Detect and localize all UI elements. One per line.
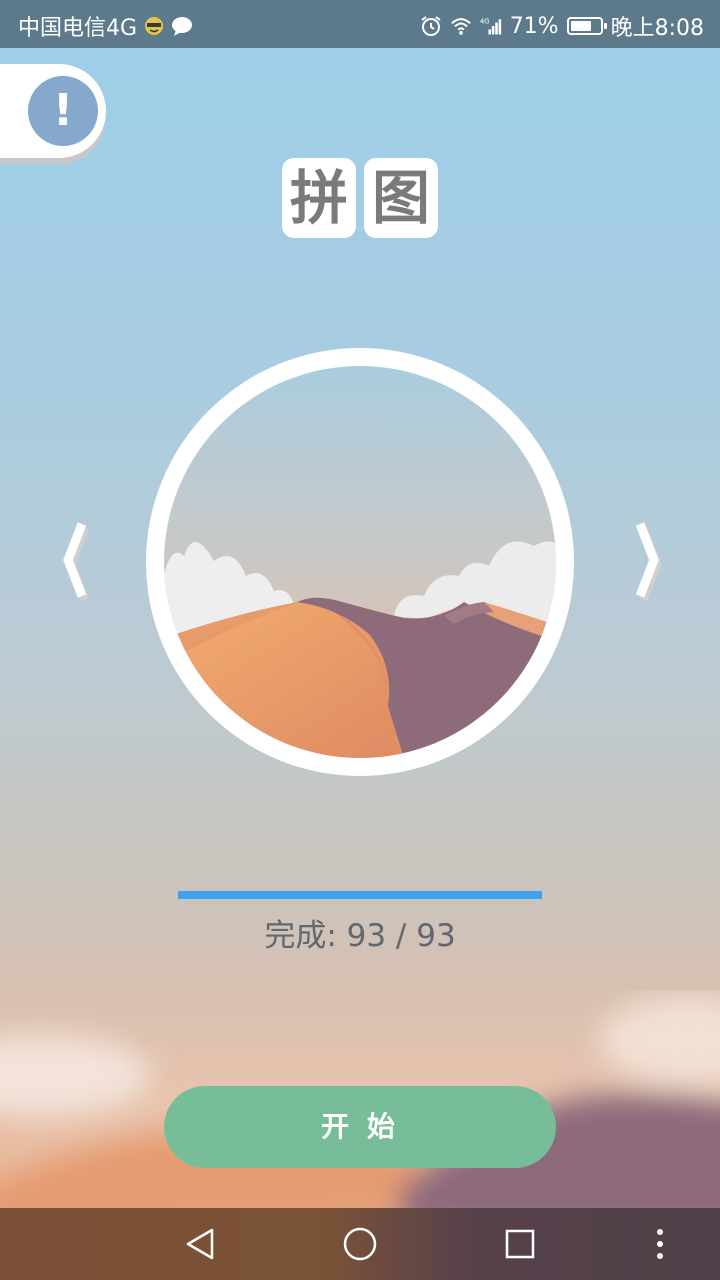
status-right: 4G 71% 晚上8:08 — [420, 10, 704, 42]
battery-icon — [566, 17, 607, 35]
exclamation-icon: ! — [28, 76, 98, 146]
emoji-face-icon — [145, 17, 164, 35]
start-button[interactable]: 开 始 — [164, 1086, 556, 1168]
signal-4g-icon: 4G — [480, 17, 501, 35]
next-puzzle-arrow-icon[interactable] — [626, 518, 666, 602]
home-circle-icon[interactable] — [340, 1224, 380, 1264]
system-nav-bar — [0, 1208, 720, 1280]
carrier-label: 中国电信4G — [18, 16, 138, 41]
recents-square-icon[interactable] — [500, 1224, 540, 1264]
clock-time: 晚上8:08 — [610, 16, 704, 41]
desert-dunes-illustration — [164, 366, 556, 758]
status-bar: 中国电信4G 4G 71% 晚上8:08 — [0, 0, 720, 48]
progress-bar-fill — [178, 891, 542, 899]
back-triangle-icon[interactable] — [180, 1224, 220, 1264]
battery-percent: 71% — [509, 13, 559, 39]
svg-text:4G: 4G — [480, 17, 490, 25]
progress-label: 完成: 93 / 93 — [264, 918, 456, 954]
page-title: 拼 图 — [0, 158, 720, 238]
status-left: 中国电信4G — [18, 10, 193, 42]
puzzle-preview-image[interactable] — [146, 348, 574, 776]
alarm-clock-icon — [421, 16, 441, 36]
chat-bubble-icon — [172, 17, 193, 36]
title-char-2: 图 — [364, 158, 438, 238]
wifi-icon — [450, 18, 471, 35]
more-vertical-icon[interactable] — [640, 1224, 680, 1264]
progress-bar — [178, 891, 542, 899]
previous-puzzle-arrow-icon[interactable] — [56, 518, 96, 602]
title-char-1: 拼 — [282, 158, 356, 238]
info-button[interactable]: ! — [0, 64, 106, 158]
